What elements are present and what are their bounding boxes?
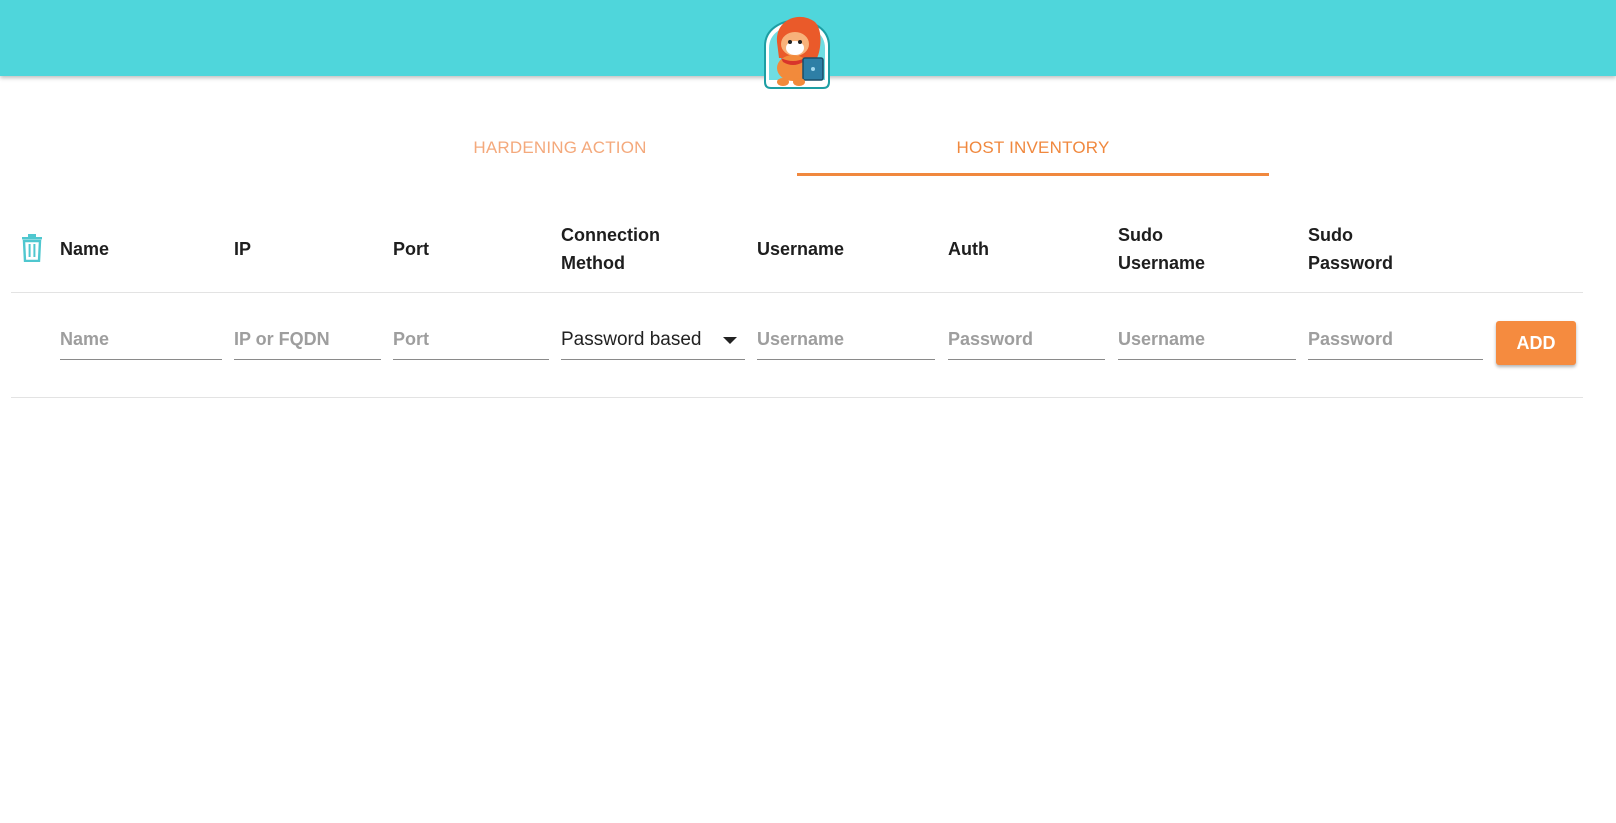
- header-method-label: Method: [561, 253, 625, 273]
- auth-password-input[interactable]: [948, 320, 1105, 360]
- column-header-sudo-password: Sudo Password: [1308, 206, 1393, 292]
- connection-method-select[interactable]: Password based: [561, 320, 745, 360]
- column-header-sudo-username: Sudo Username: [1118, 206, 1205, 292]
- mascot-logo: [764, 16, 830, 89]
- trash-icon[interactable]: [21, 234, 43, 262]
- column-header-name: Name: [60, 206, 109, 292]
- username-input[interactable]: [757, 320, 935, 360]
- column-header-username: Username: [757, 206, 844, 292]
- tab-host-inventory[interactable]: HOST INVENTORY: [797, 120, 1269, 176]
- column-header-ip: IP: [234, 206, 251, 292]
- tab-hardening-action[interactable]: HARDENING ACTION: [324, 120, 796, 173]
- header-name-label: Name: [60, 239, 110, 259]
- header-sudo-label: Sudo: [1118, 225, 1163, 245]
- table-header-row: Name IP Port Connection Method Username …: [11, 206, 1583, 293]
- column-header-connection-method: Connection Method: [561, 206, 660, 292]
- name-input[interactable]: [60, 320, 222, 360]
- new-host-row: Password based ADD: [11, 293, 1583, 398]
- tab-bar: HARDENING ACTION HOST INVENTORY: [0, 120, 1616, 176]
- header-username-label: Username: [757, 239, 845, 259]
- header-sudo-username-label: Username: [1118, 253, 1206, 273]
- column-header-auth: Auth: [948, 206, 989, 292]
- host-inventory-table: Name IP Port Connection Method Username …: [11, 206, 1583, 398]
- column-header-port: Port: [393, 206, 429, 292]
- header-connection-label: Connection: [561, 225, 660, 245]
- header-ip-label: IP: [234, 239, 252, 259]
- sudo-password-input[interactable]: [1308, 320, 1483, 360]
- add-host-button[interactable]: ADD: [1496, 321, 1576, 365]
- connection-method-value: Password based: [561, 329, 702, 350]
- header-auth-label: Auth: [948, 239, 989, 259]
- port-input[interactable]: [393, 320, 549, 360]
- ip-input[interactable]: [234, 320, 381, 360]
- caret-down-icon: [723, 337, 737, 344]
- header-sudo-password-label: Password: [1308, 253, 1394, 273]
- sudo-username-input[interactable]: [1118, 320, 1296, 360]
- header-sudo-label-2: Sudo: [1308, 225, 1353, 245]
- header-port-label: Port: [393, 239, 429, 259]
